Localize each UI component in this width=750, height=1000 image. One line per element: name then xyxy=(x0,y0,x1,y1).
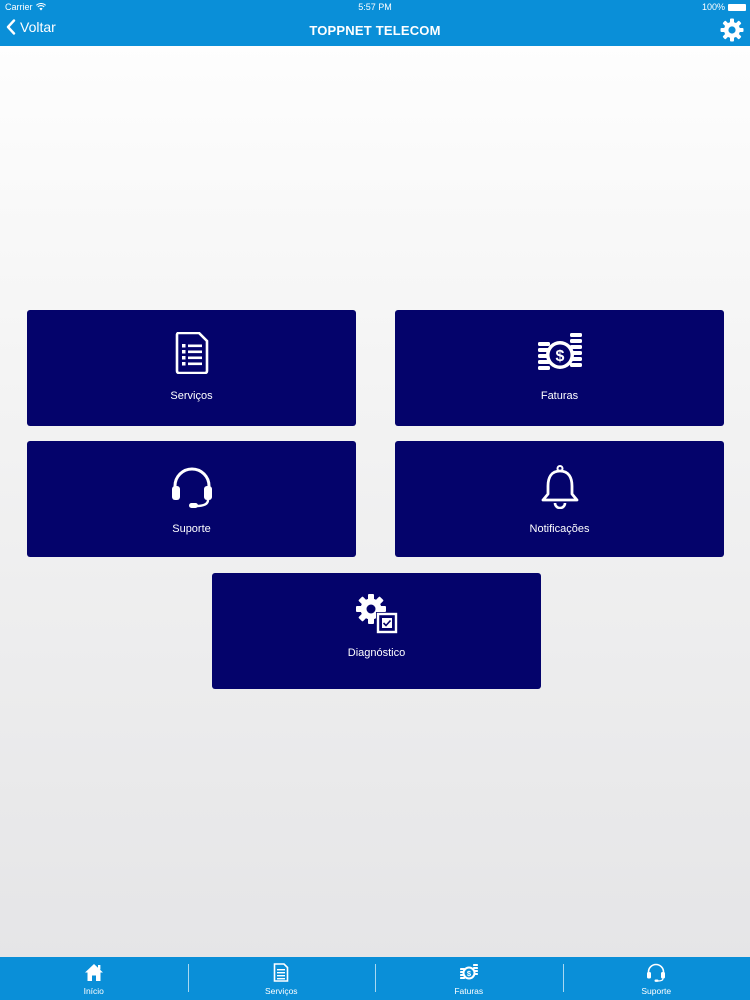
svg-text:$: $ xyxy=(555,348,564,365)
navigation-bar: Voltar TOPPNET TELECOM xyxy=(0,14,750,46)
bell-icon xyxy=(541,465,578,509)
tab-label-servicos: Serviços xyxy=(264,986,298,996)
notificacoes-tile[interactable]: Notificações xyxy=(395,441,724,557)
document-list-icon xyxy=(273,963,289,982)
tab-suporte[interactable]: Suporte xyxy=(562,957,750,1000)
suporte-tile[interactable]: Suporte xyxy=(27,441,356,557)
servicos-tile[interactable]: Serviços xyxy=(27,310,356,426)
home-icon xyxy=(84,964,103,981)
tab-bar: Início Serviços $ Faturas Suporte xyxy=(0,957,750,1000)
diagnostico-tile[interactable]: Diagnóstico xyxy=(212,573,541,689)
status-bar: Carrier 5:57 PM 100% xyxy=(0,0,750,14)
headset-icon xyxy=(171,467,212,508)
tile-label-servicos: Serviços xyxy=(170,390,213,402)
tile-label-faturas: Faturas xyxy=(540,390,579,402)
headset-icon xyxy=(647,963,666,982)
battery-icon xyxy=(728,3,746,11)
tab-servicos[interactable]: Serviços xyxy=(187,957,376,1000)
tile-label-notificacoes: Notificações xyxy=(529,523,590,535)
top-bar: Carrier 5:57 PM 100% Voltar TOPPNET TELE… xyxy=(0,0,750,46)
battery-indicator: 100% xyxy=(702,2,746,12)
battery-percent: 100% xyxy=(701,2,725,12)
tile-label-diagnostico: Diagnóstico xyxy=(347,647,406,659)
status-time: 5:57 PM xyxy=(358,2,392,12)
tab-inicio[interactable]: Início xyxy=(0,957,188,1000)
tab-label-inicio: Início xyxy=(83,986,104,996)
page-title: TOPPNET TELECOM xyxy=(309,23,441,38)
faturas-tile[interactable]: $ Faturas xyxy=(395,310,724,426)
coins-dollar-icon: $ xyxy=(459,964,478,980)
gear-icon xyxy=(720,18,744,42)
tab-label-suporte: Suporte xyxy=(641,986,672,996)
tab-label-faturas: Faturas xyxy=(454,986,484,996)
tab-faturas[interactable]: $ Faturas xyxy=(375,957,563,1000)
coins-dollar-icon: $ xyxy=(537,333,582,370)
settings-button[interactable] xyxy=(720,18,744,47)
gear-check-icon xyxy=(355,594,398,634)
tile-label-suporte: Suporte xyxy=(172,523,211,535)
document-list-icon xyxy=(175,332,208,374)
